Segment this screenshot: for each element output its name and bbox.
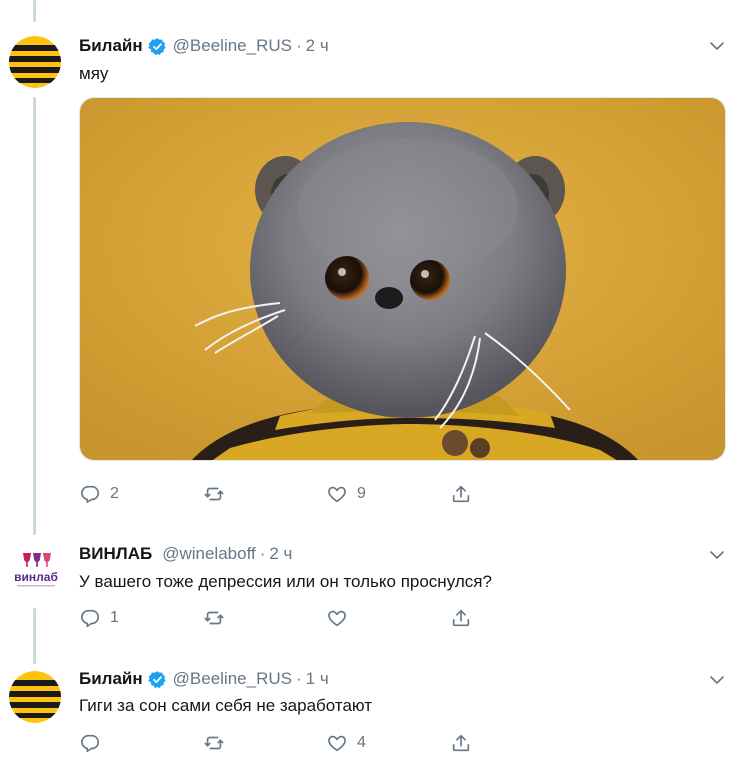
separator-dot: · bbox=[295, 36, 302, 55]
author-name[interactable]: Билайн bbox=[79, 36, 143, 56]
tweet-photo[interactable] bbox=[79, 97, 726, 461]
heart-icon bbox=[328, 735, 346, 752]
chevron-down-icon[interactable] bbox=[709, 38, 725, 54]
reply-button[interactable]: 1 bbox=[79, 607, 119, 629]
avatar[interactable] bbox=[9, 671, 61, 723]
author-handle[interactable]: @winelaboff bbox=[162, 544, 256, 564]
retweet-icon bbox=[204, 611, 224, 625]
reply-button[interactable]: 2 bbox=[79, 483, 119, 505]
share-icon bbox=[452, 734, 470, 752]
avatar[interactable] bbox=[9, 36, 61, 88]
tweet-actions: 2 9 bbox=[79, 483, 499, 505]
timestamp[interactable]: 2 ч bbox=[269, 544, 292, 564]
reply-icon bbox=[81, 485, 100, 504]
reply-button[interactable] bbox=[79, 732, 110, 754]
like-count: 9 bbox=[357, 485, 366, 502]
heart-icon bbox=[328, 610, 346, 627]
author-name[interactable]: Билайн bbox=[79, 669, 143, 689]
chevron-down-icon[interactable] bbox=[709, 547, 725, 563]
retweet-icon bbox=[204, 736, 224, 750]
tweet-1[interactable]: Билайн @Beeline_RUS · 2 ч мяу 2 9 bbox=[0, 0, 743, 520]
separator-dot: · bbox=[295, 669, 302, 688]
tweet-actions: 4 bbox=[79, 732, 499, 754]
avatar[interactable]: винлаб bbox=[9, 547, 63, 593]
like-button[interactable]: 4 bbox=[326, 732, 366, 754]
share-icon bbox=[452, 609, 470, 627]
plush-cat-photo-icon bbox=[80, 98, 725, 460]
retweet-button[interactable] bbox=[203, 607, 234, 629]
retweet-icon bbox=[204, 487, 224, 501]
share-button[interactable] bbox=[450, 483, 472, 505]
reply-icon bbox=[81, 734, 100, 753]
share-icon bbox=[452, 485, 470, 503]
winlab-logo-icon: винлаб bbox=[9, 547, 63, 593]
verified-badge-icon bbox=[147, 37, 166, 55]
winlab-logo-text: винлаб bbox=[14, 570, 58, 584]
timestamp[interactable]: 1 ч bbox=[306, 669, 329, 689]
like-button[interactable]: 9 bbox=[326, 483, 366, 505]
chevron-down-icon[interactable] bbox=[709, 672, 725, 688]
author-handle[interactable]: @Beeline_RUS bbox=[173, 669, 292, 689]
share-button[interactable] bbox=[450, 732, 472, 754]
reply-count: 1 bbox=[110, 609, 119, 626]
timestamp[interactable]: 2 ч bbox=[306, 36, 329, 56]
share-button[interactable] bbox=[450, 607, 472, 629]
tweet-3[interactable]: Билайн @Beeline_RUS · 1 ч Гиги за сон са… bbox=[0, 645, 743, 771]
retweet-button[interactable] bbox=[203, 483, 234, 505]
tweet-2[interactable]: винлаб ВИНЛАБ @winelaboff · 2 ч У вашего… bbox=[0, 520, 743, 645]
heart-icon bbox=[328, 486, 346, 503]
like-count: 4 bbox=[357, 734, 366, 751]
tweet-actions: 1 bbox=[79, 607, 499, 629]
beeline-logo-icon bbox=[9, 671, 61, 723]
tweet-header: ВИНЛАБ @winelaboff · 2 ч bbox=[79, 544, 292, 564]
tweet-header: Билайн @Beeline_RUS · 1 ч bbox=[79, 669, 329, 689]
author-handle[interactable]: @Beeline_RUS bbox=[173, 36, 292, 56]
reply-count: 2 bbox=[110, 485, 119, 502]
verified-badge-icon bbox=[147, 670, 166, 688]
reply-icon bbox=[81, 609, 100, 628]
tweet-text: У вашего тоже депрессия или он только пр… bbox=[79, 572, 492, 591]
retweet-button[interactable] bbox=[203, 732, 234, 754]
beeline-logo-icon bbox=[9, 36, 61, 88]
tweet-text: мяу bbox=[79, 64, 109, 83]
separator-dot: · bbox=[259, 544, 266, 563]
tweet-text: Гиги за сон сами себя не заработают bbox=[79, 696, 373, 715]
tweet-header: Билайн @Beeline_RUS · 2 ч bbox=[79, 36, 329, 56]
like-button[interactable] bbox=[326, 607, 357, 629]
author-name[interactable]: ВИНЛАБ bbox=[79, 544, 152, 564]
